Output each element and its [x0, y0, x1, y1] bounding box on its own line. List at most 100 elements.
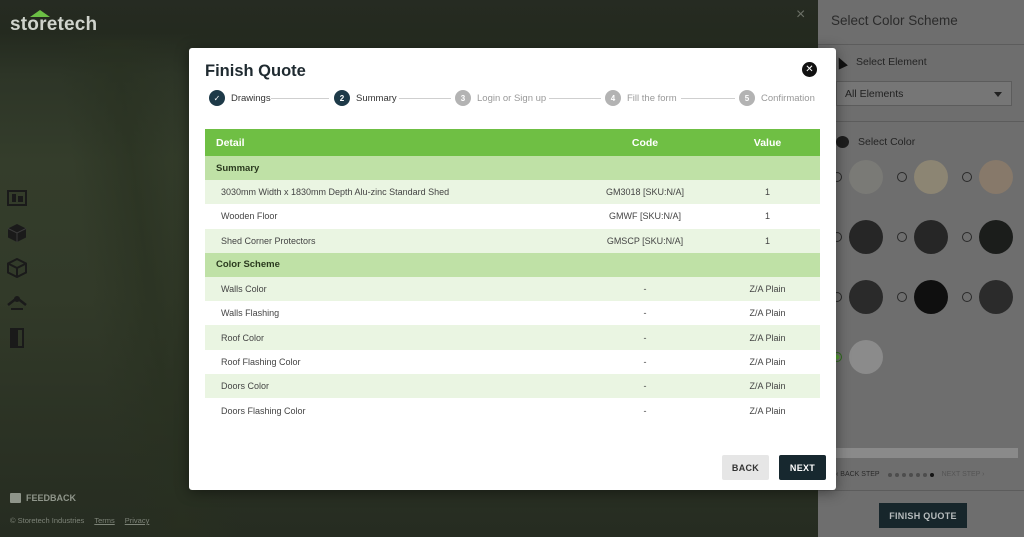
color-radio[interactable] [897, 292, 907, 302]
section-title: Color Scheme [205, 252, 820, 277]
pointer-icon [834, 54, 848, 70]
divider [818, 121, 1024, 122]
cell-code: - [575, 374, 715, 399]
color-option[interactable] [962, 220, 1013, 254]
color-option[interactable] [897, 160, 948, 194]
cell-detail: Roof Color [205, 325, 575, 350]
cube-icon[interactable] [6, 223, 28, 243]
color-radio[interactable] [962, 172, 972, 182]
color-option[interactable] [832, 340, 883, 374]
next-step-button[interactable]: NEXT STEP › [942, 471, 985, 478]
color-radio[interactable] [897, 172, 907, 182]
cell-code: - [643, 405, 647, 416]
swatch-row [832, 160, 1024, 194]
color-radio[interactable] [962, 232, 972, 242]
next-button[interactable]: NEXT [779, 455, 826, 480]
color-swatch[interactable] [979, 160, 1013, 194]
back-step-label: BACK STEP [840, 471, 880, 478]
cell-detail: Doors Color [205, 374, 575, 399]
color-swatch[interactable] [849, 220, 883, 254]
color-option[interactable] [832, 160, 883, 194]
color-swatch[interactable] [849, 160, 883, 194]
cell-value: Z/A Plain [749, 405, 786, 416]
color-option[interactable] [832, 220, 883, 254]
cell-value: Z/A Plain [715, 276, 820, 302]
next-step-label: NEXT STEP [941, 471, 981, 478]
cell-value: Z/A Plain [749, 308, 786, 319]
cube-outline-icon[interactable] [6, 258, 28, 278]
step-dot [915, 472, 920, 477]
step-dot [908, 472, 913, 477]
close-icon[interactable]: ✕ [802, 62, 817, 77]
step-number: 4 [605, 90, 621, 106]
color-radio[interactable] [897, 232, 907, 242]
color-option[interactable] [832, 280, 883, 314]
cell-detail: Shed Corner Protectors [205, 228, 575, 253]
color-swatch[interactable] [914, 280, 948, 314]
element-dropdown[interactable]: All Elements [836, 81, 1012, 106]
step-number: 2 [334, 90, 350, 106]
header-value: Value [715, 129, 820, 156]
step-number: 3 [455, 90, 471, 106]
door-icon[interactable] [6, 328, 28, 348]
back-step-button[interactable]: ‹ BACK STEP [836, 471, 880, 478]
color-option[interactable] [897, 280, 948, 314]
cell-code: - [575, 276, 715, 302]
cell-value: 1 [715, 228, 820, 253]
step-navigation: ‹ BACK STEP NEXT STEP › [836, 471, 1016, 478]
color-option[interactable] [897, 220, 948, 254]
divider [818, 44, 1024, 45]
color-option[interactable] [962, 160, 1013, 194]
color-swatch[interactable] [979, 280, 1013, 314]
step-progress-bar [836, 448, 1018, 458]
step-connector [549, 98, 601, 99]
terms-link[interactable]: Terms [94, 516, 114, 525]
swatch-row [832, 280, 1024, 314]
cell-detail: Walls Color [205, 276, 575, 302]
cell-code: - [643, 308, 647, 319]
table-row: Walls Color - Z/A Plain [205, 276, 820, 302]
step-connector [271, 98, 329, 99]
color-swatch[interactable] [914, 220, 948, 254]
table-row: Wooden Floor GMWF [SKU:N/A] 1 [205, 204, 820, 228]
quote-table: Detail Code Value Summary 3030mm Width x … [205, 129, 820, 423]
left-toolbar [6, 188, 28, 348]
color-swatch[interactable] [849, 340, 883, 374]
select-color-label: Select Color [858, 136, 916, 148]
step-label: Fill the form [627, 92, 677, 104]
cell-code: GMSCP [SKU:N/A] [575, 228, 715, 253]
feedback-label: FEEDBACK [26, 493, 77, 503]
modal-title: Finish Quote [205, 62, 306, 80]
step-dots [887, 472, 934, 477]
step-3: 3 Login or Sign up [455, 90, 546, 106]
feedback-button[interactable]: FEEDBACK [10, 493, 76, 503]
header-detail: Detail [205, 129, 575, 156]
color-swatch[interactable] [914, 160, 948, 194]
step-dot [887, 472, 892, 477]
panel-title: Select Color Scheme [831, 13, 958, 28]
color-option[interactable] [962, 280, 1013, 314]
color-scheme-panel: Select Color Scheme Select Element All E… [818, 0, 1024, 537]
finish-quote-button[interactable]: FINISH QUOTE [879, 503, 967, 528]
step-dot [929, 472, 934, 477]
step-connector [681, 98, 735, 99]
back-button[interactable]: BACK [722, 455, 769, 480]
step-2: 2 Summary [334, 90, 397, 106]
color-radio[interactable] [962, 292, 972, 302]
roof-icon[interactable] [6, 293, 28, 313]
finish-quote-modal: Finish Quote ✕ ✓ Drawings 2 Summary 3 Login o… [189, 48, 836, 490]
swatch-row [832, 340, 897, 374]
table-row: Roof Flashing Color - Z/A Plain [205, 350, 820, 374]
cell-code: - [575, 325, 715, 350]
table-row: Shed Corner Protectors GMSCP [SKU:N/A] 1 [205, 228, 820, 253]
select-color-heading: Select Color [836, 136, 915, 148]
color-swatch[interactable] [979, 220, 1013, 254]
dimensions-icon[interactable] [6, 188, 28, 208]
table-row: Doors Color - Z/A Plain [205, 374, 820, 399]
background-close-icon[interactable]: × [796, 6, 805, 24]
cell-value: Z/A Plain [715, 374, 820, 399]
cell-code: GM3018 [SKU:N/A] [575, 180, 715, 205]
color-swatch[interactable] [849, 280, 883, 314]
logo: storetech [10, 14, 98, 35]
privacy-link[interactable]: Privacy [125, 516, 150, 525]
